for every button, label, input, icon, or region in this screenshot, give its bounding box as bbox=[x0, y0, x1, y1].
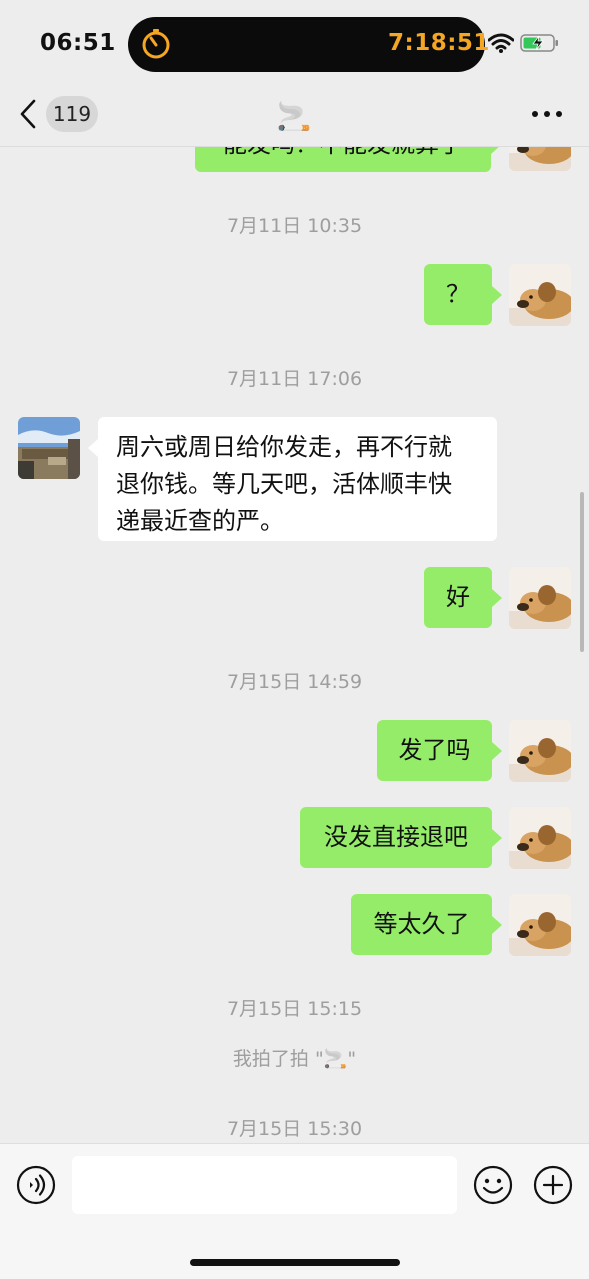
message-bubble-contact[interactable]: 周六或周日给你发走，再不行就 退你钱。等几天吧，活体顺丰快 递最近查的严。 bbox=[88, 417, 497, 541]
message-bubble-mine[interactable]: 没发直接退吧 bbox=[300, 807, 502, 868]
chat-title: 🚬 bbox=[276, 99, 312, 133]
message-bubble-mine[interactable]: ？ bbox=[424, 264, 502, 325]
pat-system-message: 我拍了拍 "🚬" bbox=[232, 1048, 357, 1070]
message-bubble-mine[interactable]: 能发吗？不能发就算了 bbox=[195, 147, 501, 172]
message-text: 能发吗？不能发就算了 bbox=[223, 147, 463, 163]
timestamp: 7月11日 17:06 bbox=[226, 368, 363, 390]
message-text-line: 递最近查的严。 bbox=[116, 507, 284, 535]
timestamp: 7月15日 14:59 bbox=[226, 671, 363, 693]
emoji-icon[interactable] bbox=[473, 1165, 513, 1205]
contact-avatar[interactable] bbox=[18, 417, 80, 479]
message-input[interactable] bbox=[72, 1156, 457, 1214]
my-avatar[interactable] bbox=[509, 720, 571, 782]
message-text: 没发直接退吧 bbox=[324, 823, 468, 851]
back-button[interactable]: 119 bbox=[18, 94, 98, 134]
chat-area[interactable]: 能发吗？不能发就算了 7月11日 10:35 ？ 7月11日 17:06 bbox=[0, 147, 589, 1143]
plus-icon[interactable] bbox=[533, 1165, 573, 1205]
message-bubble-mine[interactable]: 发了吗 bbox=[377, 720, 502, 781]
my-avatar[interactable] bbox=[509, 807, 571, 869]
message-text-line: 周六或周日给你发走，再不行就 bbox=[116, 433, 452, 461]
landscape-avatar-icon bbox=[18, 417, 80, 479]
message-text-line: 退你钱。等几天吧，活体顺丰快 bbox=[116, 470, 452, 498]
home-indicator[interactable] bbox=[190, 1259, 400, 1266]
message-bubble-mine[interactable]: 好 bbox=[424, 567, 502, 628]
my-avatar[interactable] bbox=[509, 567, 571, 629]
status-time: 06:51 bbox=[40, 30, 116, 56]
dog-avatar-icon bbox=[509, 720, 571, 782]
back-chevron-icon bbox=[20, 99, 36, 129]
stopwatch-icon bbox=[142, 29, 170, 59]
message-text: 等太久了 bbox=[373, 910, 470, 938]
message-text: ？ bbox=[446, 280, 470, 308]
timestamp: 7月11日 10:35 bbox=[226, 215, 363, 237]
unread-count-badge: 119 bbox=[46, 96, 98, 132]
timestamp: 7月15日 15:15 bbox=[226, 998, 363, 1020]
battery-charging-icon bbox=[520, 34, 558, 52]
dog-avatar-icon bbox=[509, 807, 571, 869]
timestamp: 7月15日 15:30 bbox=[226, 1118, 363, 1140]
my-avatar[interactable] bbox=[509, 264, 571, 326]
dog-avatar-icon bbox=[509, 567, 571, 629]
my-avatar[interactable] bbox=[509, 894, 571, 956]
dog-avatar-icon bbox=[509, 147, 571, 171]
wifi-icon bbox=[488, 33, 514, 53]
more-icon[interactable] bbox=[530, 104, 564, 124]
dog-avatar-icon bbox=[509, 264, 571, 326]
voice-icon[interactable] bbox=[16, 1165, 56, 1205]
message-text: 发了吗 bbox=[398, 736, 471, 764]
scroll-indicator[interactable] bbox=[580, 492, 584, 652]
message-bubble-mine[interactable]: 等太久了 bbox=[351, 894, 502, 955]
dog-avatar-icon bbox=[509, 894, 571, 956]
timer-readout: 7:18:51 bbox=[388, 30, 490, 56]
my-avatar[interactable] bbox=[509, 147, 571, 171]
message-text: 好 bbox=[446, 583, 470, 611]
